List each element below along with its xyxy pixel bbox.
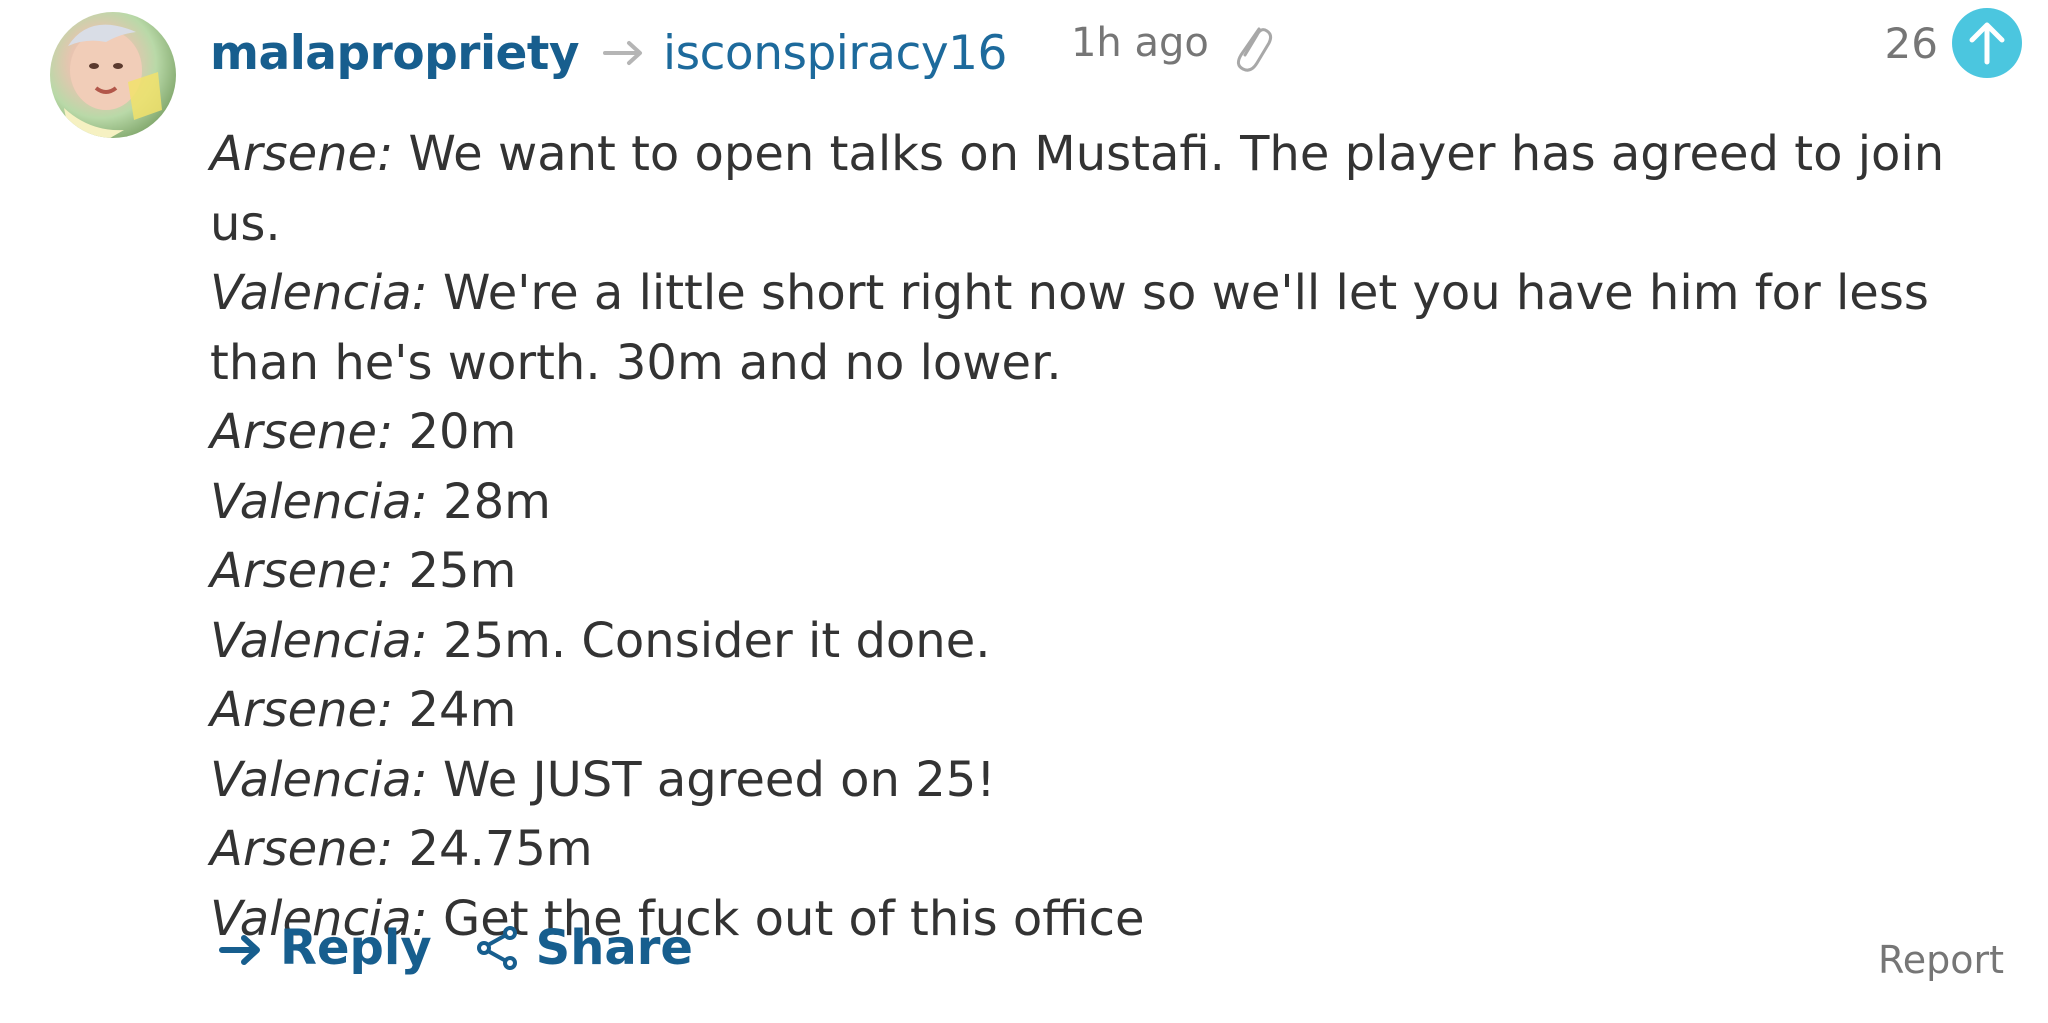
- speaker-label: Arsene:: [210, 126, 394, 182]
- comment: malapropriety isconspiracy16 1h ago 26 A…: [0, 0, 2048, 1023]
- comment-actions: Reply Share: [218, 920, 693, 976]
- dialogue-text: We JUST agreed on 25!: [443, 751, 996, 808]
- report-link[interactable]: Report: [1878, 938, 2004, 982]
- dialogue-line: Valencia: We're a little short right now…: [210, 259, 2010, 398]
- dialogue-line: Valencia: 25m. Consider it done.: [210, 607, 2010, 677]
- dialogue-line: Arsene: 25m: [210, 537, 2010, 607]
- comment-body: Arsene: We want to open talks on Mustafi…: [210, 120, 2010, 954]
- dialogue-text: We're a little short right now so we'll …: [210, 265, 1929, 391]
- share-button[interactable]: Share: [476, 920, 693, 976]
- reply-arrow-icon: [603, 39, 645, 67]
- speaker-label: Valencia:: [210, 751, 428, 808]
- reply-to-link[interactable]: isconspiracy16: [663, 26, 1007, 81]
- share-icon: [476, 925, 520, 971]
- dialogue-line: Arsene: 24.75m: [210, 815, 2010, 885]
- reply-icon: [218, 928, 264, 968]
- dialogue-line: Valencia: We JUST agreed on 25!: [210, 746, 2010, 816]
- reply-label: Reply: [280, 920, 432, 976]
- upvote-arrow-icon: [1969, 22, 2005, 65]
- paperclip-icon[interactable]: [1229, 21, 1273, 73]
- timestamp: 1h ago: [1070, 20, 1209, 66]
- speaker-label: Arsene:: [210, 404, 394, 460]
- dialogue-line: Arsene: We want to open talks on Mustafi…: [210, 120, 2010, 259]
- speaker-label: Arsene:: [210, 543, 394, 599]
- upvote-button[interactable]: [1952, 8, 2022, 78]
- dialogue-line: Arsene: 24m: [210, 676, 2010, 746]
- dialogue-text: 24m: [408, 682, 517, 738]
- dialogue-text: 25m. Consider it done.: [443, 612, 991, 669]
- dialogue-line: Arsene: 20m: [210, 398, 2010, 468]
- speaker-label: Arsene:: [210, 682, 394, 738]
- dialogue-text: 20m: [408, 404, 517, 460]
- speaker-label: Arsene:: [210, 821, 394, 877]
- share-label: Share: [535, 920, 693, 976]
- comment-header: malapropriety isconspiracy16 1h ago: [210, 18, 1273, 88]
- dialogue-line: Valencia: 28m: [210, 468, 2010, 538]
- dialogue-text: 28m: [443, 473, 551, 530]
- dialogue-text: We want to open talks on Mustafi. The pl…: [210, 126, 1945, 252]
- reply-button[interactable]: Reply: [218, 920, 432, 976]
- dialogue-text: 24.75m: [408, 821, 593, 877]
- author-link[interactable]: malapropriety: [210, 26, 580, 81]
- vote-count: 26: [1884, 18, 1938, 68]
- speaker-label: Valencia:: [210, 612, 428, 669]
- speaker-label: Valencia:: [210, 473, 428, 530]
- vote-area: 26: [1885, 8, 2022, 78]
- dialogue-text: 25m: [408, 543, 517, 599]
- speaker-label: Valencia:: [210, 265, 428, 321]
- avatar[interactable]: [50, 12, 176, 138]
